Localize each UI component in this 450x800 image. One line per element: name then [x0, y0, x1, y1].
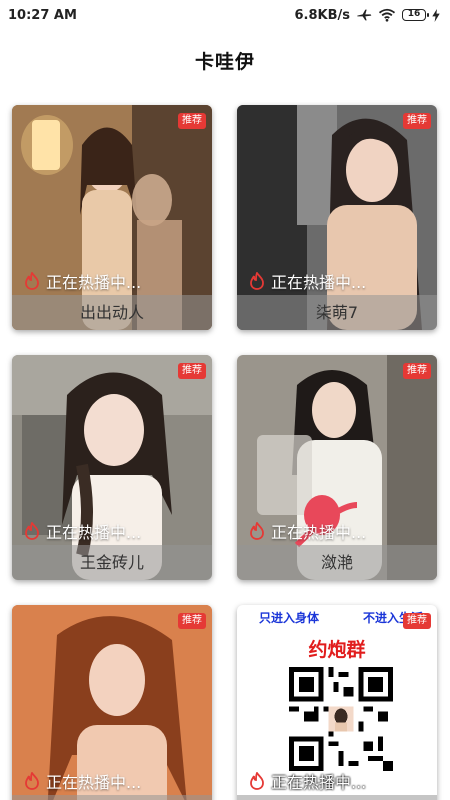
live-status: 正在热播中...: [24, 519, 141, 543]
live-status: 正在热播中...: [249, 769, 366, 793]
qr-code: [289, 667, 393, 771]
fire-icon: [25, 772, 39, 790]
live-text: 正在热播中...: [46, 773, 142, 792]
live-text: 正在热播中...: [46, 273, 142, 292]
streamer-card[interactable]: 推荐 正在热播中... 出出动人: [12, 105, 212, 330]
airplane-icon: [356, 8, 372, 22]
status-icons: 6.8KB/s 16: [295, 8, 441, 23]
battery-icon: 16: [402, 9, 429, 21]
fire-icon: [25, 522, 39, 540]
ad-card[interactable]: 只进入身体 不进入生活 约炮群 推荐 正在热播中...: [237, 605, 437, 800]
streamer-card[interactable]: 推荐 正在热播中...: [12, 605, 212, 800]
recommend-badge: 推荐: [403, 363, 431, 379]
live-text: 正在热播中...: [271, 773, 367, 792]
status-bar: 10:27 AM 6.8KB/s 16: [0, 0, 450, 30]
live-status: 正在热播中...: [249, 269, 366, 293]
live-text: 正在热播中...: [271, 523, 367, 542]
wifi-icon: [378, 8, 396, 22]
fire-icon: [250, 272, 264, 290]
fire-icon: [250, 772, 264, 790]
recommend-badge: 推荐: [403, 613, 431, 629]
live-status: 正在热播中...: [24, 769, 141, 793]
recommend-badge: 推荐: [178, 113, 206, 129]
live-text: 正在热播中...: [46, 523, 142, 542]
recommend-badge: 推荐: [178, 363, 206, 379]
streamer-name: [12, 795, 212, 800]
streamer-card[interactable]: 推荐 正在热播中... 王金砖儿: [12, 355, 212, 580]
status-time: 10:27 AM: [8, 7, 77, 23]
recommend-badge: 推荐: [403, 113, 431, 129]
live-status: 正在热播中...: [24, 269, 141, 293]
streamer-name: 王金砖儿: [12, 545, 212, 580]
ad-slogan-left: 只进入身体: [259, 611, 320, 625]
network-speed: 6.8KB/s: [294, 7, 351, 23]
streamer-name: 柒萌7: [237, 295, 437, 330]
streamer-name: 潋滟: [237, 545, 437, 580]
charging-icon: [432, 8, 440, 22]
live-text: 正在热播中...: [271, 273, 367, 292]
fire-icon: [250, 522, 264, 540]
streamer-name: [237, 795, 437, 800]
ad-title: 约炮群: [308, 639, 366, 661]
recommend-badge: 推荐: [178, 613, 206, 629]
streamer-name: 出出动人: [12, 295, 212, 330]
streamer-card[interactable]: 推荐 正在热播中... 潋滟: [237, 355, 437, 580]
page-title: 卡哇伊: [194, 51, 255, 73]
streamer-card[interactable]: 推荐 正在热播中... 柒萌7: [237, 105, 437, 330]
live-status: 正在热播中...: [249, 519, 366, 543]
fire-icon: [25, 272, 39, 290]
